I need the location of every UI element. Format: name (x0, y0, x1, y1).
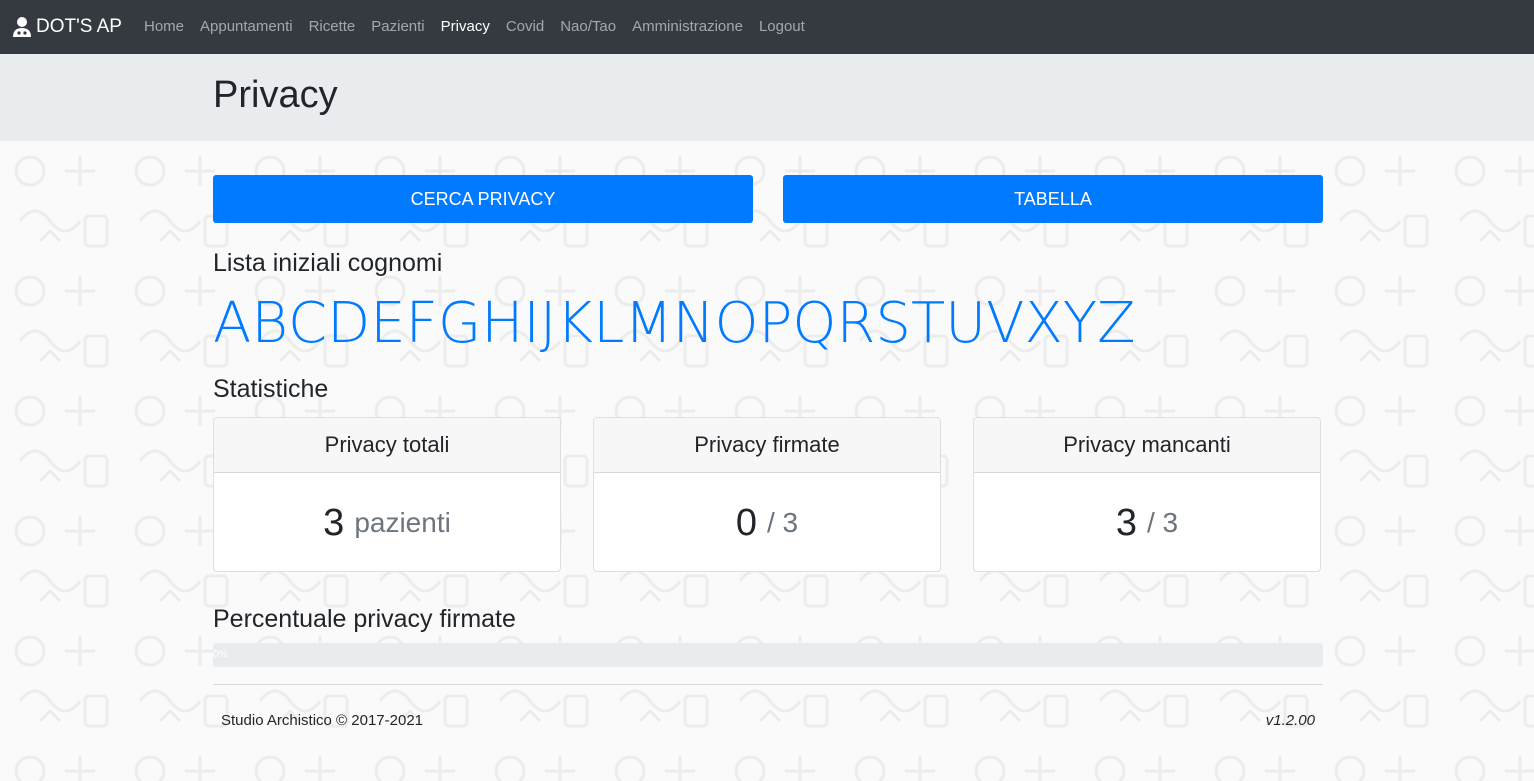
letter-link-u[interactable]: U (945, 291, 986, 356)
stat-card-title: Privacy firmate (594, 418, 940, 473)
table-button[interactable]: TABELLA (783, 175, 1323, 223)
action-buttons: CERCA PRIVACY TABELLA (213, 175, 1323, 223)
stat-card-mancanti: Privacy mancanti 3 / 3 (973, 417, 1321, 572)
nav-privacy[interactable]: Privacy (433, 0, 498, 54)
nav-nao-tao[interactable]: Nao/Tao (552, 0, 624, 54)
nav-ricette[interactable]: Ricette (301, 0, 364, 54)
stat-value: 0 (735, 501, 757, 544)
letter-link-g[interactable]: G (438, 291, 481, 356)
letter-link-v[interactable]: V (986, 291, 1024, 356)
stat-value: 3 (1115, 501, 1137, 544)
letter-link-h[interactable]: H (481, 291, 523, 356)
stat-value: 3 (323, 501, 345, 544)
letter-link-y[interactable]: Y (1063, 291, 1097, 356)
letter-link-f[interactable]: F (406, 291, 438, 356)
letter-link-c[interactable]: C (288, 291, 327, 356)
progress-heading: Percentuale privacy firmate (213, 605, 516, 633)
nav-covid[interactable]: Covid (498, 0, 552, 54)
footer-divider (213, 684, 1323, 685)
letter-link-l[interactable]: L (593, 291, 624, 356)
stat-card-title: Privacy totali (214, 418, 560, 473)
letter-link-x[interactable]: X (1024, 291, 1062, 356)
nav-amministrazione[interactable]: Amministrazione (624, 0, 751, 54)
letter-link-z[interactable]: Z (1097, 291, 1135, 356)
stat-card-firmate: Privacy firmate 0 / 3 (593, 417, 941, 572)
letter-link-j[interactable]: J (540, 291, 557, 356)
letter-link-i[interactable]: I (523, 291, 540, 356)
brand-link[interactable]: DOT'S AP (12, 16, 122, 38)
page-title: Privacy (213, 74, 338, 116)
footer-version: v1.2.00 (1265, 712, 1315, 729)
letter-link-a[interactable]: A (213, 291, 251, 356)
letter-link-k[interactable]: K (556, 291, 593, 356)
footer-copyright: Studio Archistico © 2017-2021 (221, 712, 424, 729)
doctor-icon (13, 17, 31, 37)
stat-card-body: 0 / 3 (594, 473, 940, 571)
top-navbar: DOT'S AP Home Appuntamenti Ricette Pazie… (0, 0, 1534, 54)
stat-suffix: / 3 (767, 507, 799, 538)
letter-link-b[interactable]: B (251, 291, 288, 356)
nav-pazienti[interactable]: Pazienti (363, 0, 432, 54)
letter-link-d[interactable]: D (327, 291, 370, 356)
stats-heading: Statistiche (213, 375, 329, 403)
stat-card-body: 3 pazienti (214, 473, 560, 571)
letter-link-n[interactable]: N (673, 291, 715, 356)
letter-link-q[interactable]: Q (792, 291, 836, 356)
search-privacy-button[interactable]: CERCA PRIVACY (213, 175, 753, 223)
nav-home[interactable]: Home (136, 0, 192, 54)
nav-logout[interactable]: Logout (751, 0, 813, 54)
brand-name: DOT'S AP (36, 16, 122, 37)
stat-card-body: 3 / 3 (974, 473, 1320, 571)
stat-card-totali: Privacy totali 3 pazienti (213, 417, 561, 572)
letter-link-o[interactable]: O (715, 291, 759, 356)
stat-suffix: pazienti (354, 507, 451, 538)
progress-label: 0% (213, 649, 228, 660)
letter-link-m[interactable]: M (624, 291, 672, 356)
signed-progress-bar: 0% (213, 643, 1323, 667)
stat-suffix: / 3 (1147, 507, 1179, 538)
letter-link-e[interactable]: E (370, 291, 405, 356)
page-header: Privacy (0, 54, 1534, 141)
stat-card-title: Privacy mancanti (974, 418, 1320, 473)
letter-link-s[interactable]: S (875, 291, 911, 356)
letter-link-p[interactable]: P (759, 291, 793, 356)
initials-heading: Lista iniziali cognomi (213, 249, 443, 277)
initials-letter-list: A B C D E F G H I J K L M N O P Q R S T … (213, 291, 1135, 356)
nav-appuntamenti[interactable]: Appuntamenti (192, 0, 301, 54)
letter-link-t[interactable]: T (911, 291, 945, 356)
letter-link-r[interactable]: R (836, 291, 875, 356)
